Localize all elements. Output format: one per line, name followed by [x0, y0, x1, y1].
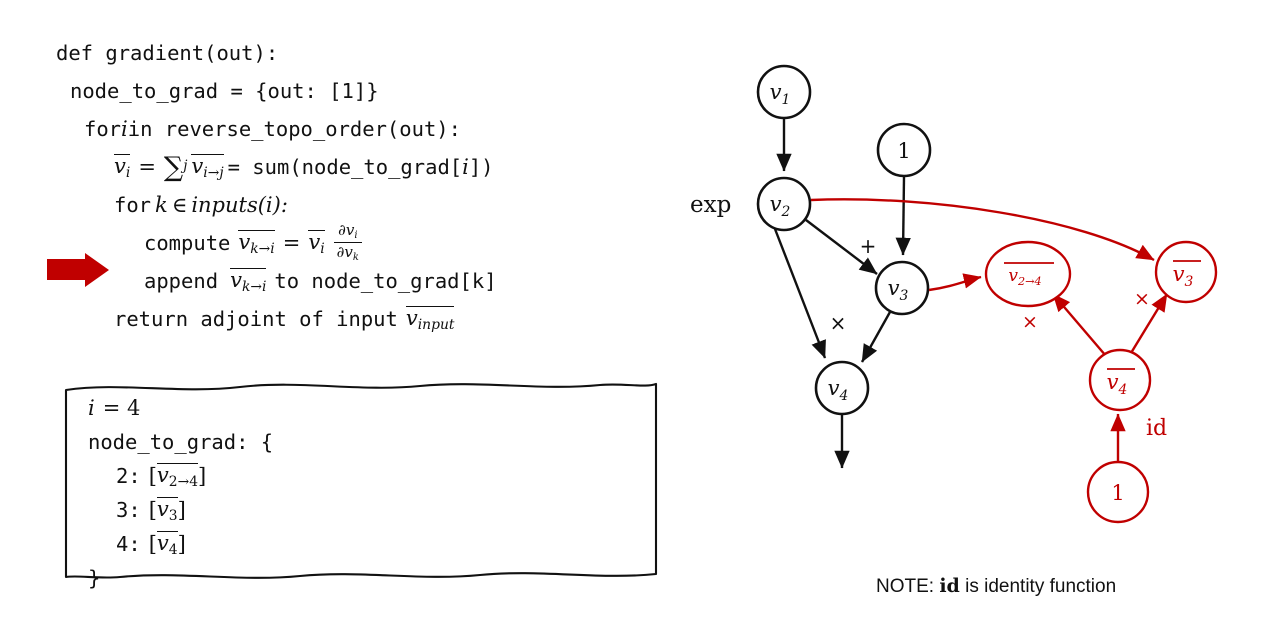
state-dict-label: node_to_grad: { [88, 430, 274, 454]
state-key-2: 2: [116, 464, 141, 488]
sigma-index: j [183, 158, 188, 175]
edge-op-times-g24: × [1022, 311, 1038, 333]
node-grad-v4[interactable] [1088, 348, 1152, 412]
node-grad-one-label: 1 [1111, 481, 1124, 505]
append-target: to node_to_grad[k] [274, 268, 497, 293]
code-line-append: append vk→i to node_to_grad[k] [56, 262, 576, 300]
state-line-close: } [88, 561, 508, 595]
code-text-for-k-pre: for [114, 192, 152, 217]
adjoint-vi-2: vi [308, 229, 325, 257]
state-line-key2: 2: [v2→4] [116, 462, 207, 490]
edge-v3-g24 [928, 273, 982, 292]
compute-equals: = [282, 230, 301, 255]
code-var-k: k [155, 192, 168, 217]
append-keyword: append [144, 268, 219, 293]
code-text-for-i-post: in reverse_topo_order(out): [127, 116, 461, 141]
note-prefix: NOTE: [876, 576, 940, 597]
node-one-label: 1 [897, 139, 910, 163]
node-grad-v2to4[interactable] [984, 240, 1072, 308]
edge-op-plus: + [860, 234, 877, 258]
note-emphasis: id [939, 575, 960, 597]
sum-call: = sum(node_to_grad[ [227, 154, 463, 179]
code-line-compute: compute vk→i = vi ∂vi ∂vk [56, 221, 576, 263]
edge-one-v3 [895, 176, 911, 256]
state-box-content: i = 4 node_to_grad: { 2: [v2→4] 3: [v3] … [88, 391, 508, 595]
state-var-i: i [88, 396, 95, 420]
state-line-key4: 4: [v4] [116, 530, 186, 558]
state-line-dict-open: node_to_grad: { [88, 425, 508, 459]
code-text-init: node_to_grad = {out: [1]} [70, 78, 379, 103]
node-grad-v3[interactable] [1154, 240, 1218, 304]
member-symbol: ∈ [171, 192, 188, 217]
computational-graph: v1 v2 1 v3 v4 + × exp v2→4 v3 v4 1 × × i… [690, 40, 1262, 524]
adjoint-vi: vi [114, 153, 131, 181]
code-var-i: i [121, 116, 128, 141]
code-line-for-k: for k ∈ inputs(i): [56, 186, 576, 224]
edge-g4-g24 [1052, 293, 1107, 357]
state-line-key3: 3: [v3] [116, 496, 186, 524]
code-text-for-i-pre: for [84, 116, 122, 141]
adjoint-vinput: vinput [405, 305, 455, 333]
graph-label-id: id [1146, 416, 1167, 441]
state-adjoint-v4: v4 [156, 530, 178, 558]
note-suffix: is identity function [959, 576, 1117, 597]
code-line-def: def gradient(out): [56, 34, 576, 72]
code-line-for-i: for i in reverse_topo_order(out): [56, 110, 576, 148]
state-key-3: 3: [116, 498, 141, 522]
slide-root: def gradient(out): node_to_grad = {out: … [0, 0, 1262, 618]
state-i-value: = 4 [102, 396, 141, 420]
code-line-init: node_to_grad = {out: [1]} [56, 72, 576, 110]
edge-op-times-g3: × [1134, 288, 1150, 310]
partial-derivative-fraction: ∂vi ∂vk [333, 221, 362, 263]
adjoint-vktoi-2: vk→i [230, 267, 267, 295]
sum-equals: = [138, 154, 156, 179]
adjoint-vitoj: vi→j [191, 153, 224, 181]
sum-call-end: ]) [468, 154, 494, 179]
note-text: NOTE: id is identity function [876, 575, 1116, 598]
state-close-brace: } [88, 566, 101, 590]
graph-label-exp: exp [690, 192, 731, 218]
edge-v3-v4 [860, 311, 892, 363]
compute-keyword: compute [144, 230, 231, 255]
state-line-i: i = 4 [88, 391, 508, 425]
adjoint-vktoi: vk→i [238, 229, 275, 257]
state-adjoint-v2to4: v2→4 [156, 462, 199, 490]
code-line-return: return adjoint of input vinput [56, 300, 576, 338]
sigma-symbol: ∑ [163, 151, 184, 183]
return-keyword: return adjoint of input [114, 306, 398, 331]
state-adjoint-v3: v3 [156, 496, 178, 524]
code-line-sum: vi = ∑ j vi→j = sum(node_to_grad[i]) [114, 151, 494, 183]
edge-op-times-forward: × [830, 311, 847, 335]
edge-v2-v4 [773, 228, 827, 359]
code-text-def: def gradient(out): [56, 40, 279, 65]
state-key-4: 4: [116, 532, 141, 556]
inputs-call: inputs(i): [191, 192, 288, 217]
pseudocode-block: def gradient(out): node_to_grad = {out: … [56, 34, 576, 338]
red-right-arrow-icon [47, 253, 111, 289]
